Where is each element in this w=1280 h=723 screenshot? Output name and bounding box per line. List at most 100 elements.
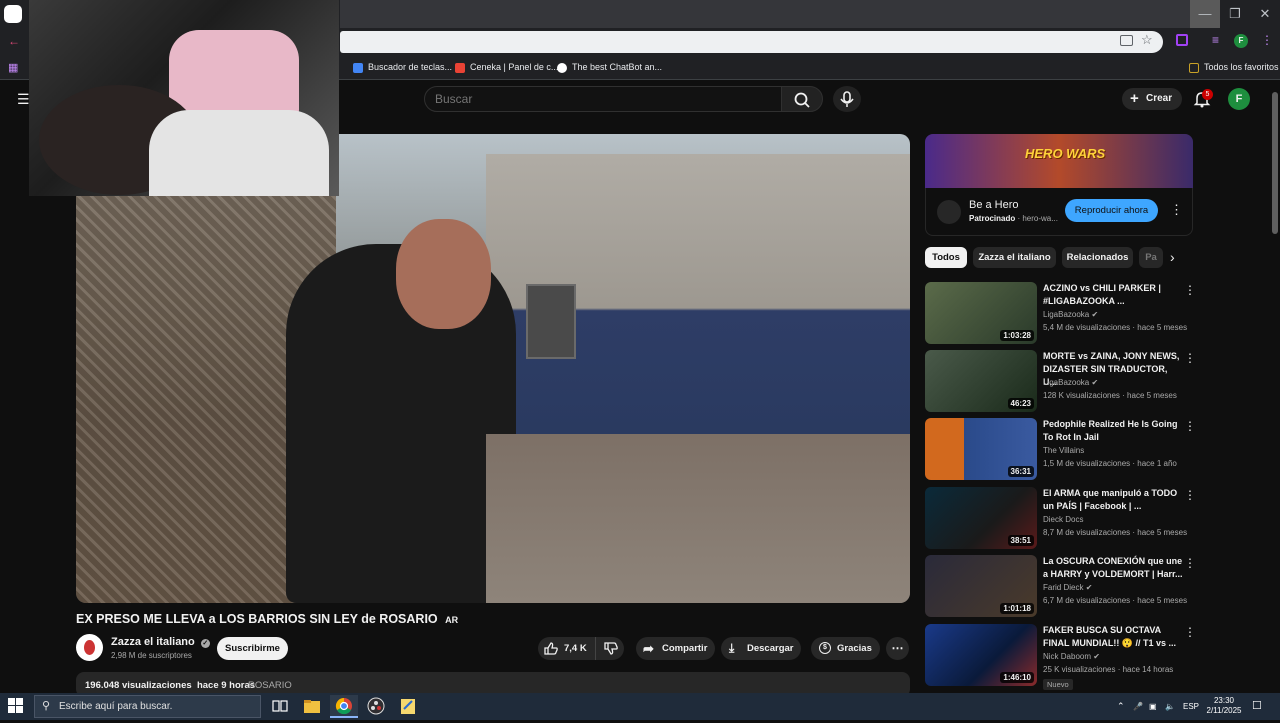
hamburger-menu-icon[interactable]: ☰ (17, 91, 30, 108)
taskbar-search[interactable]: ⚲ Escribe aquí para buscar. (34, 695, 261, 718)
recommended-channel[interactable]: LigaBazooka ✔ (1043, 310, 1098, 319)
browser-app-icon[interactable] (4, 5, 22, 23)
create-button[interactable]: + Crear (1122, 88, 1182, 110)
video-thumbnail[interactable]: 1:01:18 (925, 555, 1037, 617)
chip-partial[interactable]: Pa (1139, 247, 1163, 268)
obs-icon[interactable] (362, 695, 390, 718)
chip-todos[interactable]: Todos (925, 247, 967, 268)
ad-banner-image[interactable]: HERO WARS (925, 134, 1193, 188)
search-input[interactable] (424, 86, 782, 112)
tray-chevron-icon[interactable]: ⌃ (1117, 695, 1125, 718)
recommended-meta: 8,7 M de visualizaciones · hace 5 meses (1043, 528, 1188, 537)
subscriber-count: 2,98 M de suscriptores (111, 651, 192, 660)
recommended-video[interactable]: 1:46:10 FAKER BUSCA SU OCTAVA FINAL MUND… (925, 624, 1200, 690)
channel-avatar[interactable] (76, 634, 103, 661)
recommended-channel[interactable]: Nick Daboom ✔ (1043, 652, 1100, 661)
address-bar[interactable] (340, 31, 1163, 53)
notes-app-icon[interactable] (394, 695, 422, 718)
search-icon: ⚲ (42, 700, 51, 712)
clock[interactable]: 23:30 2/11/2025 (1203, 696, 1245, 716)
close-icon[interactable]: ✕ (1250, 0, 1280, 28)
subscribe-button[interactable]: Suscribirme (217, 637, 288, 660)
more-actions-icon[interactable]: ⋯ (886, 637, 909, 660)
all-bookmarks[interactable]: Todos los favoritos (1189, 58, 1279, 76)
video-thumbnail[interactable]: 36:31 (925, 418, 1037, 480)
super-thanks-icon: $ (819, 642, 831, 654)
recommended-video[interactable]: 1:01:18 La OSCURA CONEXIÓN que une a HAR… (925, 555, 1200, 617)
voice-search-button[interactable] (833, 86, 861, 112)
video-thumbnail[interactable]: 1:46:10 (925, 624, 1037, 686)
account-avatar[interactable]: F (1228, 88, 1250, 110)
browser-menu-icon[interactable]: ⋮ (1261, 33, 1273, 47)
country-flag: AR (445, 615, 459, 625)
extensions-icon[interactable] (1176, 34, 1188, 46)
video-thumbnail[interactable]: 46:23 (925, 350, 1037, 412)
recommended-video[interactable]: 38:51 El ARMA que manipuló a TODO un PAÍ… (925, 487, 1200, 549)
apps-grid-icon[interactable]: ▦ (8, 61, 18, 74)
volume-icon[interactable]: 🔈 (1165, 695, 1175, 718)
file-explorer-icon[interactable] (298, 695, 326, 718)
bookmark-star-icon[interactable]: ☆ (1141, 32, 1153, 48)
recommended-meta: 5,4 M de visualizaciones · hace 5 meses (1043, 323, 1188, 332)
video-thumbnail[interactable]: 1:03:28 (925, 282, 1037, 344)
ad-menu-kebab-icon[interactable]: ⋮ (1170, 202, 1183, 218)
chrome-icon[interactable] (330, 695, 358, 718)
profile-avatar[interactable]: F (1234, 34, 1248, 48)
recommended-channel[interactable]: The Villains (1043, 446, 1084, 455)
task-view-icon[interactable] (266, 695, 294, 718)
video-title: EX PRESO ME LLEVA a LOS BARRIOS SIN LEY … (76, 612, 459, 626)
recommended-video[interactable]: 46:23 MORTE vs ZAINA, JONY NEWS, DIZASTE… (925, 350, 1200, 412)
browser-tab[interactable] (340, 0, 1190, 28)
reading-list-icon[interactable]: ≡ (1212, 33, 1219, 47)
search-button[interactable] (781, 86, 823, 112)
video-menu-kebab-icon[interactable]: ⋮ (1184, 350, 1196, 366)
video-duration: 36:31 (1007, 466, 1034, 477)
video-player[interactable] (76, 134, 910, 603)
recommended-title[interactable]: El ARMA que manipuló a TODO un PAÍS | Fa… (1043, 487, 1183, 513)
minimize-icon[interactable]: — (1190, 0, 1220, 28)
notification-center-icon[interactable]: ☐ (1252, 695, 1262, 718)
dislike-button[interactable] (600, 637, 624, 660)
view-count-and-age: 196.048 visualizaciones hace 9 horas (85, 680, 256, 691)
chevron-right-icon[interactable]: › (1170, 249, 1175, 265)
network-icon[interactable]: ▣ (1149, 695, 1157, 718)
channel-name[interactable]: Zazza el italiano ✓ (111, 636, 210, 648)
share-button[interactable]: ➦ Compartir (636, 637, 715, 660)
location-tag[interactable]: ROSARIO (248, 680, 292, 691)
restore-icon[interactable]: ❐ (1220, 0, 1250, 28)
windows-start-icon[interactable] (8, 698, 24, 714)
video-menu-kebab-icon[interactable]: ⋮ (1184, 282, 1196, 298)
thanks-button[interactable]: $ Gracias (811, 637, 880, 660)
cast-icon[interactable] (1120, 35, 1133, 46)
recommended-meta: 25 K visualizaciones · hace 14 horas (1043, 665, 1174, 674)
video-menu-kebab-icon[interactable]: ⋮ (1184, 418, 1196, 434)
recommended-channel[interactable]: Dieck Docs (1043, 515, 1083, 524)
recommended-title[interactable]: FAKER BUSCA SU OCTAVA FINAL MUNDIAL!! 😲 … (1043, 624, 1183, 650)
video-duration: 38:51 (1007, 535, 1034, 546)
download-icon: ⤓ (729, 641, 735, 655)
recommended-channel[interactable]: LigaBazooka ✔ (1043, 378, 1098, 387)
video-menu-kebab-icon[interactable]: ⋮ (1184, 487, 1196, 503)
recommended-title[interactable]: ACZINO vs CHILI PARKER | #LIGABAZOOKA ..… (1043, 282, 1183, 308)
recommended-video[interactable]: 36:31 Pedophile Realized He Is Going To … (925, 418, 1200, 480)
scrollbar-thumb[interactable] (1272, 92, 1278, 234)
video-menu-kebab-icon[interactable]: ⋮ (1184, 624, 1196, 640)
recommended-title[interactable]: Pedophile Realized He Is Going To Rot In… (1043, 418, 1183, 444)
back-icon[interactable]: ← (8, 34, 20, 48)
recommended-channel[interactable]: Farid Dieck ✔ (1043, 583, 1092, 592)
taskbar-search-placeholder: Escribe aquí para buscar. (59, 701, 173, 712)
bookmark-item[interactable]: Ceneka | Panel de c... (455, 58, 558, 76)
bookmark-item[interactable]: Buscador de teclas... (353, 58, 452, 76)
bookmark-item[interactable]: The best ChatBot an... (557, 58, 662, 76)
microphone-tray-icon[interactable]: 🎤 (1133, 695, 1143, 718)
video-thumbnail[interactable]: 38:51 (925, 487, 1037, 549)
chip-related[interactable]: Relacionados (1062, 247, 1133, 268)
video-menu-kebab-icon[interactable]: ⋮ (1184, 555, 1196, 571)
download-button[interactable]: ⤓ Descargar (721, 637, 801, 660)
like-button[interactable]: 7,4 K (538, 637, 596, 660)
ad-play-now-button[interactable]: Reproducir ahora (1065, 199, 1158, 222)
recommended-video[interactable]: 1:03:28 ACZINO vs CHILI PARKER | #LIGABA… (925, 282, 1200, 344)
recommended-title[interactable]: La OSCURA CONEXIÓN que une a HARRY y VOL… (1043, 555, 1183, 581)
language-indicator[interactable]: ESP (1183, 695, 1199, 718)
chip-channel[interactable]: Zazza el italiano (973, 247, 1056, 268)
